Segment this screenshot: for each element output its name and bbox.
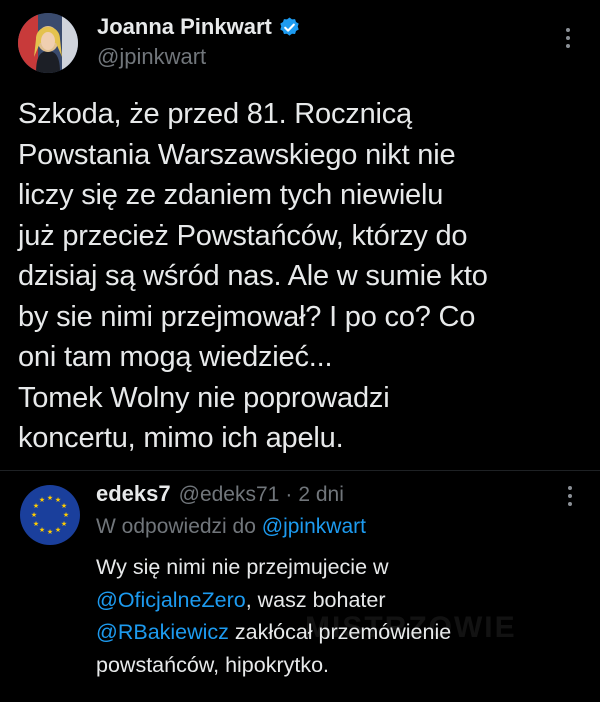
svg-text:★: ★	[55, 526, 61, 534]
replying-prefix: W odpowiedzi do	[96, 515, 262, 538]
mention-link-oficjalnezero[interactable]: @OficjalneZero	[96, 588, 246, 612]
reply-line-text: zakłócał przemówienie	[228, 620, 452, 644]
eu-flag-avatar-icon: ★ ★ ★ ★ ★ ★ ★ ★ ★ ★ ★ ★	[20, 485, 80, 545]
replying-mention-link[interactable]: @jpinkwart	[262, 515, 366, 538]
svg-text:★: ★	[33, 520, 39, 528]
reply-line: @OficjalneZero, wasz bohater	[96, 584, 586, 617]
svg-text:★: ★	[47, 528, 53, 536]
reply-author-avatar[interactable]: ★ ★ ★ ★ ★ ★ ★ ★ ★ ★ ★ ★	[20, 485, 80, 545]
user-photo-avatar-icon	[18, 13, 78, 73]
verified-badge-icon	[278, 16, 301, 39]
reply-handle[interactable]: @edeks71	[179, 483, 280, 507]
svg-text:★: ★	[31, 511, 37, 519]
author-display-name[interactable]: Joanna Pinkwart	[97, 14, 272, 40]
reply-text: Wy się nimi nie przejmujecie w @Oficjaln…	[96, 551, 586, 681]
dot	[568, 486, 572, 490]
dot	[566, 36, 570, 40]
reply-tweet: ★ ★ ★ ★ ★ ★ ★ ★ ★ ★ ★ ★ edeks7 @edeks71 …	[0, 471, 600, 702]
more-options-icon[interactable]	[558, 25, 578, 51]
tweet-text: Szkoda, że przed 81. Rocznicą Powstania …	[18, 98, 488, 454]
reply-line-text: , wasz bohater	[245, 587, 386, 612]
svg-text:★: ★	[61, 502, 67, 510]
svg-text:★: ★	[47, 494, 53, 502]
separator: ·	[285, 483, 293, 506]
reply-header: edeks7 @edeks71 · 2 dni	[96, 481, 344, 507]
main-tweet: Joanna Pinkwart @jpinkwart Szkoda, że pr…	[0, 0, 600, 470]
author-avatar[interactable]	[18, 13, 78, 73]
svg-text:★: ★	[39, 526, 45, 534]
reply-line: powstańców, hipokrytko.	[96, 652, 330, 677]
dot	[566, 44, 570, 48]
svg-text:★: ★	[63, 511, 69, 519]
dot	[566, 28, 570, 32]
svg-text:★: ★	[39, 496, 45, 504]
reply-timestamp[interactable]: 2 dni	[298, 483, 344, 507]
dot	[568, 502, 572, 506]
mention-link-rbakiewicz[interactable]: @RBakiewicz	[96, 620, 229, 644]
replying-to: W odpowiedzi do @jpinkwart	[96, 515, 366, 539]
author-name-row: Joanna Pinkwart	[97, 12, 301, 42]
reply-display-name[interactable]: edeks7	[96, 481, 171, 507]
dot	[568, 494, 572, 498]
reply-line: Wy się nimi nie przejmujecie w	[96, 555, 389, 579]
reply-line: @RBakiewicz zakłócał przemówienie	[96, 616, 586, 649]
more-options-icon[interactable]	[560, 483, 580, 509]
author-handle[interactable]: @jpinkwart	[97, 44, 206, 70]
svg-text:★: ★	[61, 520, 67, 528]
